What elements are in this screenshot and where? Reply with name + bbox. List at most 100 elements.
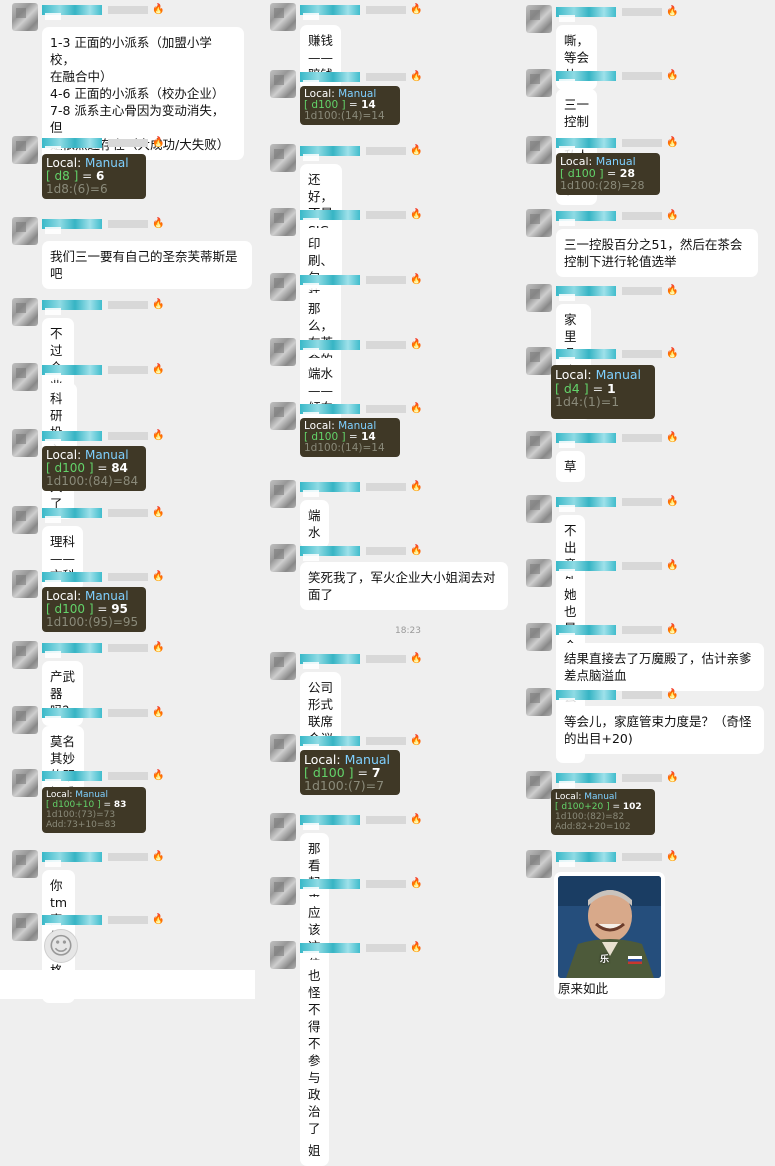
avatar[interactable] <box>526 5 552 33</box>
avatar[interactable] <box>270 877 296 905</box>
nickname-badge[interactable] <box>42 300 102 310</box>
dice-roll-card[interactable]: Local: Manual [ d8 ] = 6 1d8:(6)=6 <box>42 154 146 199</box>
avatar[interactable] <box>270 273 296 301</box>
avatar[interactable] <box>12 850 38 878</box>
avatar[interactable] <box>12 570 38 598</box>
message-bubble[interactable]: 也怪不得不参与政治了 <box>300 960 329 1144</box>
avatar[interactable] <box>270 70 296 98</box>
nickname-badge[interactable] <box>42 708 102 718</box>
nickname-badge[interactable] <box>556 349 616 359</box>
nickname-badge[interactable] <box>300 879 360 889</box>
dice-roll-card[interactable]: Local: Manual [ d100 ] = 14 1d100:(14)=1… <box>300 418 400 457</box>
avatar[interactable] <box>270 544 296 572</box>
nickname-badge[interactable] <box>42 572 102 582</box>
message-bubble[interactable]: 三一控股百分之51，然后在茶会 控制下进行轮值选举 <box>556 229 758 277</box>
message-bubble[interactable]: 我们三一要有自己的圣奈芙蒂斯是 吧 <box>42 241 252 289</box>
nickname-badge[interactable] <box>556 211 616 221</box>
avatar[interactable] <box>526 495 552 523</box>
dice-roll-card[interactable]: Local: Manual [ d100 ] = 95 1d100:(95)=9… <box>42 587 146 632</box>
nickname-badge[interactable] <box>42 219 102 229</box>
nickname-badge[interactable] <box>42 365 102 375</box>
nickname-badge[interactable] <box>556 286 616 296</box>
nickname-badge[interactable] <box>556 138 616 148</box>
avatar[interactable] <box>526 688 552 716</box>
nickname-badge[interactable] <box>300 72 360 82</box>
message-bubble[interactable]: 草 <box>556 451 585 482</box>
nickname-badge[interactable] <box>300 546 360 556</box>
avatar[interactable] <box>526 136 552 164</box>
nickname-badge[interactable] <box>42 508 102 518</box>
avatar[interactable] <box>526 69 552 97</box>
dice-roll-card[interactable]: Local: Manual [ d100+10 ] = 83 1d100:(73… <box>42 787 146 833</box>
avatar[interactable] <box>12 3 38 31</box>
nickname-badge[interactable] <box>556 433 616 443</box>
avatar[interactable] <box>12 506 38 534</box>
nickname-badge[interactable] <box>300 654 360 664</box>
nickname-badge[interactable] <box>300 736 360 746</box>
nickname-badge[interactable] <box>42 643 102 653</box>
avatar[interactable] <box>12 429 38 457</box>
dice-roll-card[interactable]: Local: Manual [ d100 ] = 14 1d100:(14)=1… <box>300 86 400 125</box>
avatar[interactable] <box>270 338 296 366</box>
message-bubble[interactable]: 结果直接去了万魔殿了，估计亲爹 差点脑溢血 <box>556 643 764 691</box>
dice-roll-card[interactable]: Local: Manual [ d100 ] = 7 1d100:(7)=7 <box>300 750 400 795</box>
message-bubble[interactable]: 等会儿，家庭管束力度是？（奇怪 的出目+20) <box>556 706 764 754</box>
avatar[interactable] <box>526 284 552 312</box>
avatar[interactable] <box>12 298 38 326</box>
avatar[interactable] <box>526 850 552 878</box>
nickname-badge[interactable] <box>300 275 360 285</box>
message-bubble[interactable]: 笑死我了，军火企业大小姐润去对 面了 <box>300 562 508 610</box>
nickname-badge[interactable] <box>42 5 102 15</box>
dice-roll-card[interactable]: Local: Manual [ d4 ] = 1 1d4:(1)=1 <box>551 365 655 419</box>
avatar[interactable] <box>270 208 296 236</box>
nickname-badge[interactable] <box>42 431 102 441</box>
nickname-badge[interactable] <box>300 815 360 825</box>
avatar[interactable] <box>270 3 296 31</box>
nickname-badge[interactable] <box>300 146 360 156</box>
avatar[interactable] <box>526 623 552 651</box>
nickname-badge[interactable] <box>556 561 616 571</box>
avatar[interactable] <box>526 771 552 799</box>
nickname-badge[interactable] <box>556 625 616 635</box>
nickname-badge[interactable] <box>556 773 616 783</box>
dice-roll-card[interactable]: Local: Manual [ d100 ] = 28 1d100:(28)=2… <box>556 153 660 195</box>
nickname-badge[interactable] <box>556 852 616 862</box>
sticker[interactable]: ☺ <box>44 929 78 963</box>
avatar[interactable] <box>270 402 296 430</box>
nickname-badge[interactable] <box>42 852 102 862</box>
nickname-badge[interactable] <box>300 482 360 492</box>
nickname-badge[interactable] <box>300 404 360 414</box>
nickname-badge[interactable] <box>300 943 360 953</box>
avatar[interactable] <box>526 431 552 459</box>
message-bubble[interactable]: 端水 <box>300 500 329 548</box>
avatar[interactable] <box>270 652 296 680</box>
nickname-badge[interactable] <box>556 7 616 17</box>
avatar[interactable] <box>12 217 38 245</box>
nickname-badge[interactable] <box>300 210 360 220</box>
avatar[interactable] <box>270 941 296 969</box>
avatar[interactable] <box>270 813 296 841</box>
avatar[interactable] <box>526 347 552 375</box>
avatar[interactable] <box>270 480 296 508</box>
nickname-badge[interactable] <box>300 340 360 350</box>
nickname-badge[interactable] <box>556 497 616 507</box>
dice-roll-card[interactable]: Local: Manual [ d100+20 ] = 102 1d100:(8… <box>551 789 655 835</box>
image-message[interactable]: 乐 原来如此 <box>554 872 665 999</box>
avatar[interactable] <box>526 209 552 237</box>
nickname-badge[interactable] <box>42 915 102 925</box>
nickname-badge[interactable] <box>556 71 616 81</box>
avatar[interactable] <box>12 913 38 941</box>
avatar[interactable] <box>270 734 296 762</box>
nickname-badge[interactable] <box>300 5 360 15</box>
avatar[interactable] <box>12 136 38 164</box>
avatar[interactable] <box>12 641 38 669</box>
avatar[interactable] <box>270 144 296 172</box>
avatar[interactable] <box>12 706 38 734</box>
dice-roll-card[interactable]: Local: Manual [ d100 ] = 84 1d100:(84)=8… <box>42 446 146 491</box>
nickname-badge[interactable] <box>42 771 102 781</box>
avatar[interactable] <box>526 559 552 587</box>
avatar[interactable] <box>12 363 38 391</box>
nickname-badge[interactable] <box>556 690 616 700</box>
photo-image[interactable]: 乐 <box>558 876 661 978</box>
avatar[interactable] <box>12 769 38 797</box>
